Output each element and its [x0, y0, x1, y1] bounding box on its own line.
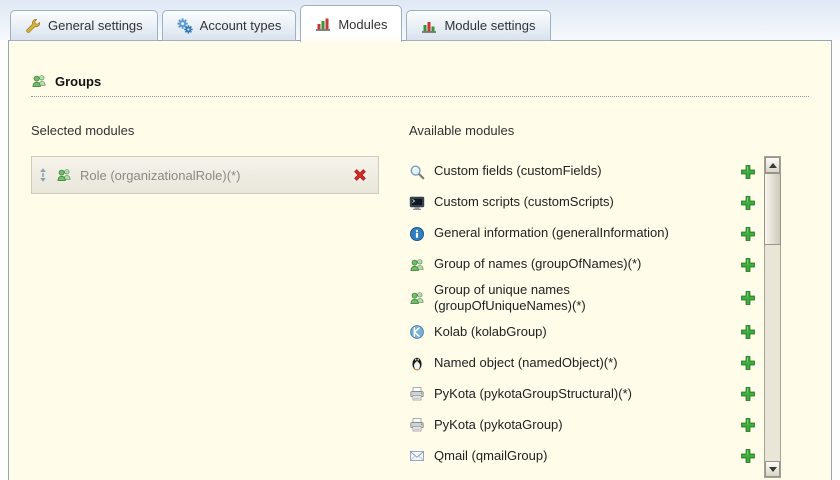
selected-module-label: Role (organizationalRole)(*) — [80, 167, 241, 183]
chart-settings-icon — [421, 18, 437, 34]
available-module-label: Group of names (groupOfNames)(*) — [434, 256, 642, 272]
add-icon — [740, 257, 756, 273]
available-modules-list: Custom fields (customFields) Custom scrip… — [409, 156, 764, 478]
selected-modules-column: Selected modules Role (organizationalRol… — [31, 123, 379, 478]
add-icon — [740, 386, 756, 402]
add-icon — [740, 226, 756, 242]
scroll-up-button[interactable] — [765, 157, 780, 173]
available-module-label: Group of unique names (groupOfUniqueName… — [434, 282, 586, 314]
available-module-row: PyKota (pykotaGroupStructural)(*) — [409, 379, 764, 410]
available-modules-column: Available modules Custom fields (customF… — [409, 123, 781, 478]
available-module-row: General information (generalInformation) — [409, 218, 764, 249]
scrollbar-thumb[interactable] — [764, 173, 781, 245]
available-module-row: Custom scripts (customScripts) — [409, 187, 764, 218]
section-title: Groups — [55, 73, 102, 89]
screen-icon — [409, 195, 425, 211]
info-icon — [409, 226, 425, 242]
available-module-label: Custom scripts (customScripts) — [434, 194, 614, 210]
available-module-row: Custom fields (customFields) — [409, 156, 764, 187]
selected-modules-heading: Selected modules — [31, 123, 135, 138]
penguin-icon — [409, 355, 425, 371]
group-icon — [409, 290, 425, 306]
add-module-button[interactable] — [740, 226, 756, 242]
add-icon — [740, 195, 756, 211]
magnifier-icon — [409, 164, 425, 180]
add-module-button[interactable] — [740, 324, 756, 340]
tab-modules[interactable]: Modules — [300, 5, 403, 42]
add-module-button[interactable] — [740, 164, 756, 180]
available-modules-scrollbar[interactable] — [764, 156, 781, 478]
scroll-down-button[interactable] — [765, 461, 780, 477]
available-module-label: Qmail (qmailGroup) — [434, 447, 548, 463]
printer-icon — [409, 386, 425, 402]
drag-handle-icon — [38, 167, 48, 183]
add-module-button[interactable] — [740, 448, 756, 464]
available-module-row: Group of names (groupOfNames)(*) — [409, 249, 764, 280]
available-module-label: General information (generalInformation) — [434, 225, 669, 241]
add-icon — [740, 417, 756, 433]
add-module-button[interactable] — [740, 257, 756, 273]
delete-icon — [352, 167, 368, 183]
available-modules-heading: Available modules — [409, 123, 515, 138]
add-module-button[interactable] — [740, 195, 756, 211]
tab-label: Module settings — [444, 18, 536, 33]
add-module-button[interactable] — [740, 355, 756, 371]
tab-label: General settings — [48, 18, 143, 33]
delete-module-button[interactable] — [352, 167, 368, 183]
group-icon — [31, 73, 47, 89]
add-module-button[interactable] — [740, 386, 756, 402]
drag-handle[interactable] — [38, 167, 48, 183]
tab-module-settings[interactable]: Module settings — [406, 10, 551, 41]
available-module-row: Group of unique names (groupOfUniqueName… — [409, 280, 764, 317]
wrench-icon — [25, 18, 41, 34]
kolab-icon — [409, 324, 425, 340]
selected-modules-list: Role (organizationalRole)(*) — [31, 156, 379, 194]
gears-icon — [177, 17, 193, 34]
printer-icon — [409, 417, 425, 433]
selected-module-row[interactable]: Role (organizationalRole)(*) — [31, 156, 379, 194]
available-modules-area: Custom fields (customFields) Custom scrip… — [409, 156, 781, 478]
scroll-up-arrow-icon — [768, 162, 777, 168]
add-module-button[interactable] — [740, 290, 756, 306]
add-icon — [740, 448, 756, 464]
module-columns: Selected modules Role (organizationalRol… — [31, 123, 809, 478]
add-icon — [740, 355, 756, 371]
group-icon — [409, 257, 425, 273]
available-module-label: PyKota (pykotaGroupStructural)(*) — [434, 385, 632, 401]
available-module-row: Named object (namedObject)(*) — [409, 348, 764, 379]
add-icon — [740, 290, 756, 306]
available-module-row: PyKota (pykotaGroup) — [409, 410, 764, 441]
tab-bar: General settings Account types Modules Modu… — [10, 5, 551, 42]
available-module-row: Kolab (kolabGroup) — [409, 317, 764, 348]
available-module-label: Custom fields (customFields) — [434, 163, 602, 179]
available-module-label: Named object (namedObject)(*) — [434, 354, 618, 370]
tab-general-settings[interactable]: General settings — [10, 10, 158, 41]
available-module-label: PyKota (pykotaGroup) — [434, 416, 563, 432]
mail-icon — [409, 448, 425, 464]
scrollbar-track[interactable] — [764, 173, 781, 461]
tab-label: Modules — [338, 16, 388, 32]
available-module-row: Qmail (qmailGroup) — [409, 441, 764, 472]
group-icon — [56, 167, 72, 183]
available-module-label: Kolab (kolabGroup) — [434, 323, 547, 339]
tab-account-types[interactable]: Account types — [161, 10, 297, 41]
groups-section-heading: Groups — [31, 73, 809, 97]
add-module-button[interactable] — [740, 417, 756, 433]
chart-icon — [315, 16, 331, 32]
tab-label: Account types — [199, 18, 282, 33]
add-icon — [740, 164, 756, 180]
scroll-down-arrow-icon — [768, 466, 777, 472]
add-icon — [740, 324, 756, 340]
content-panel: Groups Selected modules Role (organizati… — [8, 40, 832, 480]
